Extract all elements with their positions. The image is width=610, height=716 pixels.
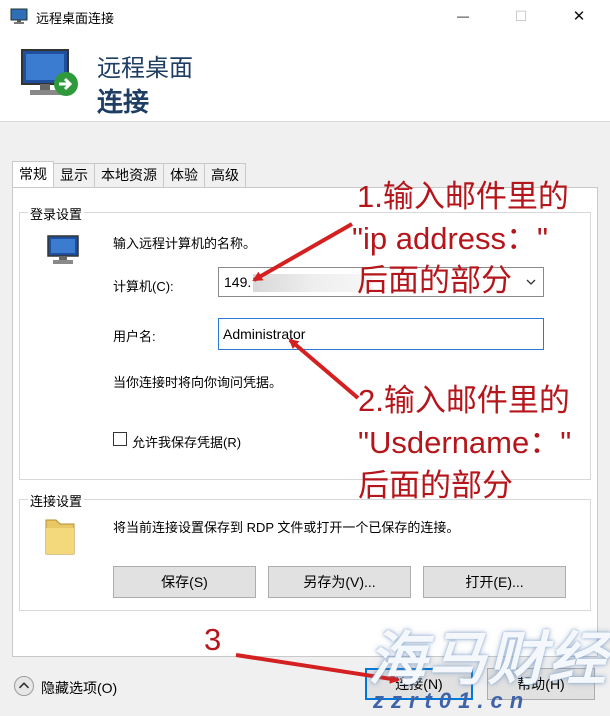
rdp-monitor-icon xyxy=(21,49,78,96)
connection-description: 将当前连接设置保存到 RDP 文件或打开一个已保存的连接。 xyxy=(113,520,460,535)
window-title: 远程桌面连接 xyxy=(36,11,115,26)
save-as-button[interactable]: 另存为(V)... xyxy=(268,566,411,598)
chevron-up-icon[interactable] xyxy=(14,676,34,696)
username-label: 用户名: xyxy=(113,329,156,344)
computer-label: 计算机(C): xyxy=(113,279,174,294)
computer-icon xyxy=(47,235,79,264)
tab-display[interactable]: 显示 xyxy=(53,163,95,187)
chevron-down-icon[interactable] xyxy=(525,276,537,288)
credentials-hint: 当你连接时将向你询问凭据。 xyxy=(113,375,283,390)
tab-bar: 常规 显示 本地资源 体验 高级 xyxy=(12,161,246,187)
computer-combobox[interactable]: 149. xyxy=(218,267,544,297)
save-credentials-label[interactable]: 允许我保存凭据(R) xyxy=(132,432,241,451)
connect-button[interactable]: 连接(N) xyxy=(365,668,473,700)
banner-title-line2: 连接 xyxy=(97,87,150,117)
tab-advanced[interactable]: 高级 xyxy=(204,163,246,187)
computer-value: 149. xyxy=(224,274,252,290)
banner-title-line1: 远程桌面 xyxy=(97,55,193,82)
connection-settings-title: 连接设置 xyxy=(28,491,85,510)
close-button[interactable]: ✕ xyxy=(556,0,602,32)
help-button[interactable]: 帮助(H) xyxy=(487,668,595,700)
maximize-icon: ☐ xyxy=(514,7,528,24)
tab-experience[interactable]: 体验 xyxy=(163,163,205,187)
close-icon: ✕ xyxy=(572,8,586,25)
hide-options-link[interactable]: 隐藏选项(O) xyxy=(41,678,117,698)
maximize-button[interactable]: ☐ xyxy=(498,0,544,32)
minimize-button[interactable]: — xyxy=(440,0,486,32)
open-button[interactable]: 打开(E)... xyxy=(423,566,566,598)
redacted-address xyxy=(253,274,373,292)
title-bar: 远程桌面连接 — ☐ ✕ xyxy=(0,0,610,32)
folder-icon xyxy=(45,519,75,555)
username-input[interactable] xyxy=(219,319,543,349)
login-settings-title: 登录设置 xyxy=(28,204,85,223)
save-button[interactable]: 保存(S) xyxy=(113,566,256,598)
rdp-app-icon xyxy=(10,8,28,24)
tab-general[interactable]: 常规 xyxy=(12,161,54,187)
login-description: 输入远程计算机的名称。 xyxy=(113,236,257,251)
tab-local-resources[interactable]: 本地资源 xyxy=(94,163,164,187)
minimize-icon: — xyxy=(457,9,469,23)
save-credentials-checkbox[interactable] xyxy=(113,432,127,446)
header-banner: 远程桌面 连接 xyxy=(0,32,610,122)
username-field[interactable] xyxy=(218,318,544,350)
